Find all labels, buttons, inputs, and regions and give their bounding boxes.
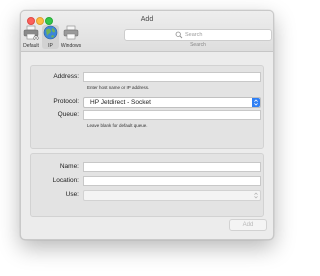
toolbar-default-button[interactable]: Default bbox=[21, 25, 41, 49]
use-popup[interactable] bbox=[83, 190, 261, 201]
windows-printer-icon bbox=[63, 25, 79, 40]
toolbar-ip-label: IP bbox=[48, 43, 53, 49]
search-field[interactable]: Search bbox=[124, 29, 272, 41]
toolbar-default-label: Default bbox=[23, 43, 39, 49]
toolbar-windows-label: Windows bbox=[60, 43, 82, 49]
window-title: Add bbox=[140, 16, 154, 23]
printer-details-panel: Name: Location: Use: bbox=[30, 153, 264, 217]
name-field[interactable] bbox=[83, 162, 261, 172]
globe-icon bbox=[43, 25, 58, 40]
chevron-updown-icon bbox=[254, 192, 258, 199]
protocol-stepper bbox=[252, 98, 260, 107]
queue-field[interactable] bbox=[83, 110, 261, 120]
add-button[interactable]: Add bbox=[229, 219, 267, 231]
protocol-popup[interactable]: HP Jetdirect - Socket bbox=[83, 97, 261, 108]
printer-icon bbox=[23, 25, 39, 41]
add-printer-window: Add Default IP Windows Search Search Add… bbox=[20, 10, 274, 240]
address-field[interactable] bbox=[83, 72, 261, 82]
chevron-updown-icon bbox=[254, 99, 258, 106]
toolbar-ip-button[interactable]: IP bbox=[42, 25, 59, 49]
location-field[interactable] bbox=[83, 176, 261, 186]
search-label: Search bbox=[190, 42, 206, 48]
protocol-value: HP Jetdirect - Socket bbox=[90, 99, 151, 106]
address-label: Address: bbox=[53, 73, 79, 80]
connection-panel: Address: Enter host name or IP address. … bbox=[30, 65, 264, 149]
protocol-label: Protocol: bbox=[53, 98, 79, 105]
window-titlebar: Add Default IP Windows Search Search bbox=[21, 11, 273, 52]
toolbar-windows-button[interactable]: Windows bbox=[59, 25, 83, 49]
queue-label: Queue: bbox=[57, 111, 79, 118]
name-label: Name: bbox=[59, 163, 79, 170]
location-label: Location: bbox=[52, 177, 79, 184]
search-icon bbox=[175, 31, 183, 39]
use-label: Use: bbox=[65, 191, 79, 198]
address-hint: Enter host name or IP address. bbox=[87, 85, 150, 90]
queue-hint: Leave blank for default queue. bbox=[87, 123, 148, 128]
search-placeholder: Search bbox=[185, 31, 203, 38]
